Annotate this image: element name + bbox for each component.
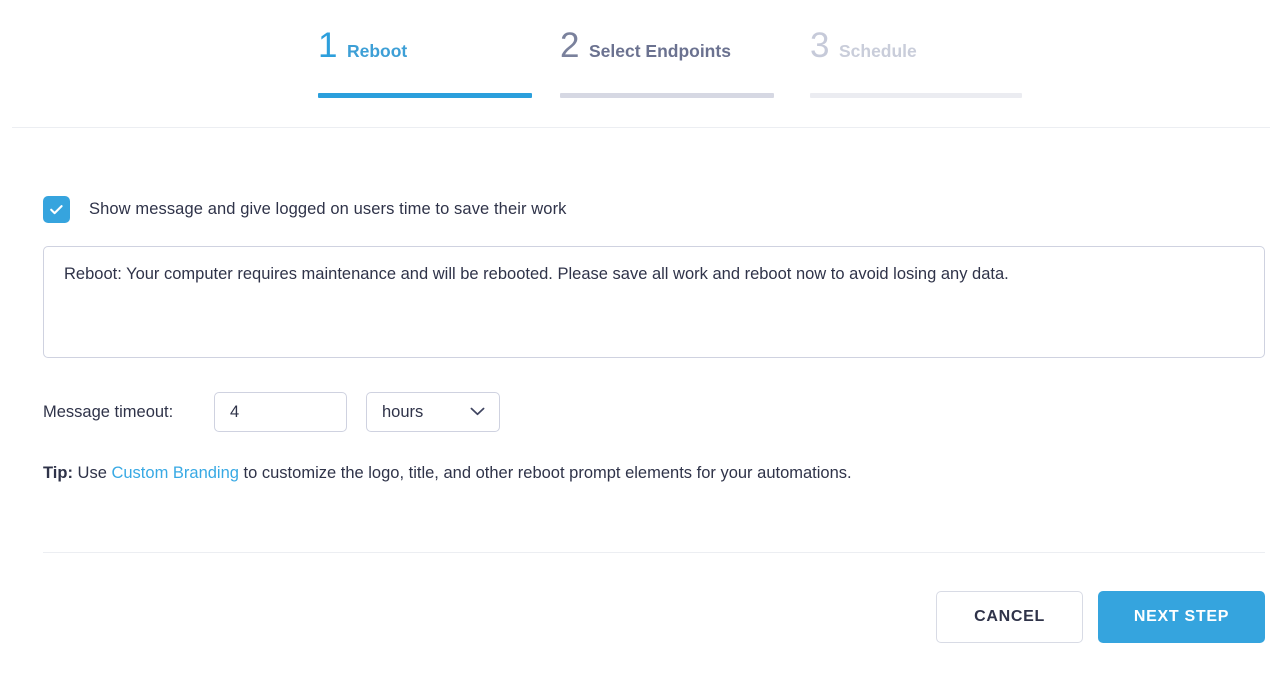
message-timeout-unit-select[interactable]: hours [366,392,500,432]
step-schedule-progress-bar [810,93,1022,98]
cancel-button[interactable]: CANCEL [936,591,1083,643]
show-message-checkbox[interactable] [43,196,70,223]
tip-before-link: Use [73,464,112,482]
wizard-footer-actions: CANCEL NEXT STEP [43,553,1265,643]
wizard-step-header: 1 Reboot 2 Select Endpoints 3 Schedule [12,0,1270,128]
message-timeout-label: Message timeout: [43,403,214,422]
step-reboot-label: Reboot [347,43,407,61]
step-indicator-group: 1 Reboot 2 Select Endpoints 3 Schedule [318,28,1024,98]
step-reboot-progress-bar [318,93,532,98]
reboot-message-textarea[interactable]: Reboot: Your computer requires maintenan… [43,246,1265,358]
custom-branding-link[interactable]: Custom Branding [111,464,238,482]
step-schedule-label: Schedule [839,43,917,61]
message-timeout-unit-value: hours [382,403,423,422]
step-select-endpoints-label: Select Endpoints [589,43,731,61]
step-select-endpoints-number: 2 [560,28,579,63]
step-select-endpoints-row: 2 Select Endpoints [560,28,792,74]
step-schedule-number: 3 [810,28,829,63]
step-schedule-row: 3 Schedule [810,28,1024,74]
message-timeout-input[interactable] [214,392,347,432]
next-step-button[interactable]: NEXT STEP [1098,591,1265,643]
show-message-checkbox-row: Show message and give logged on users ti… [43,196,1239,223]
wizard-step-select-endpoints[interactable]: 2 Select Endpoints [560,28,792,98]
wizard-body: Show message and give logged on users ti… [0,196,1282,485]
step-reboot-number: 1 [318,28,337,63]
chevron-down-icon [470,403,485,421]
show-message-checkbox-label: Show message and give logged on users ti… [89,200,567,219]
wizard-step-reboot[interactable]: 1 Reboot [318,28,546,98]
tip-prefix: Tip: [43,464,73,482]
wizard-footer: CANCEL NEXT STEP [43,552,1265,643]
custom-branding-tip: Tip: Use Custom Branding to customize th… [43,462,1239,485]
wizard-step-schedule[interactable]: 3 Schedule [810,28,1024,98]
step-reboot-row: 1 Reboot [318,28,546,74]
message-timeout-row: Message timeout: hours [43,392,1239,432]
check-icon [48,201,65,218]
step-select-endpoints-progress-bar [560,93,774,98]
tip-after-link: to customize the logo, title, and other … [239,464,852,482]
